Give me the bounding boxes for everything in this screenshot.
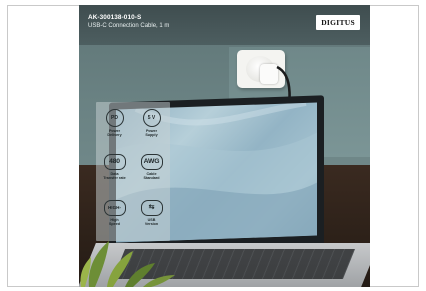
usb-icon: ⇆ bbox=[140, 200, 163, 216]
data-rate-icon: 480 bbox=[103, 154, 126, 170]
power-delivery-icon: PD bbox=[105, 109, 124, 127]
feature-power-supply: 5 V Power Supply bbox=[133, 109, 170, 138]
feature-panel: PD Power Delivery 5 V Power Supply 480 D… bbox=[96, 102, 170, 241]
high-speed-icon: HIGH- bbox=[103, 200, 126, 216]
feature-usb-version: ⇆ USB Version bbox=[133, 200, 170, 227]
feature-power-delivery: PD Power Delivery bbox=[96, 109, 133, 138]
product-image: AK-300138-010-S USB-C Connection Cable, … bbox=[79, 5, 370, 287]
awg-icon: AWG bbox=[140, 154, 163, 170]
feature-cable-standard: AWG Cable Standard bbox=[133, 154, 170, 181]
power-supply-icon: 5 V bbox=[142, 109, 161, 127]
feature-data-rate: 480 Data Transfer rate bbox=[96, 154, 133, 181]
feature-high-speed: HIGH- High Speed bbox=[96, 200, 133, 227]
